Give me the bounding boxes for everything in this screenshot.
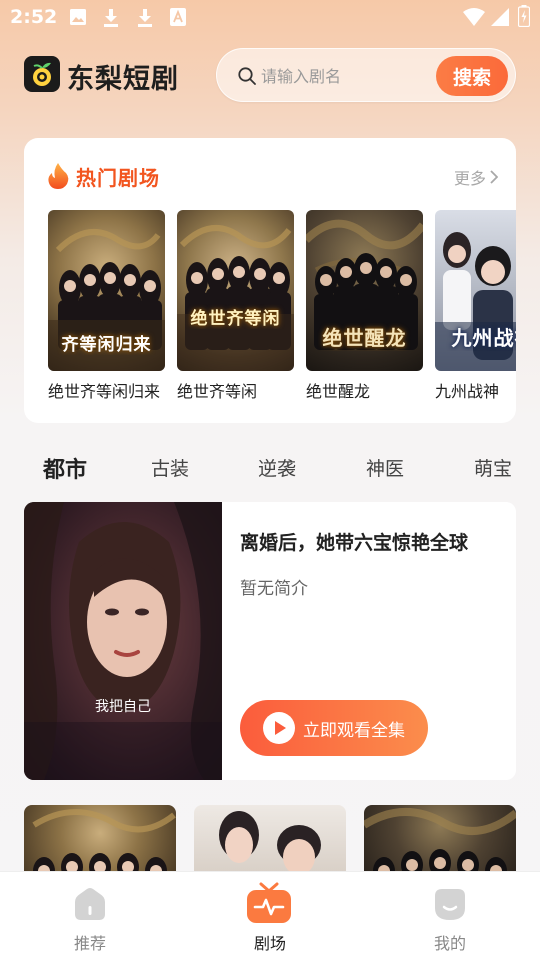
download-icon (138, 9, 152, 27)
poster-caption: 齐等闲归来 (61, 335, 152, 355)
home-icon (75, 888, 105, 920)
app-logo (24, 56, 60, 92)
poster-item[interactable]: 绝世齐等闲 绝世齐等闲 (177, 210, 295, 402)
featured-image-caption: 我把自己 (95, 699, 151, 715)
signal-icon (491, 8, 509, 26)
poster-item[interactable]: 绝世醒龙 绝世醒龙 (306, 210, 424, 402)
watch-all-button[interactable]: 立即观看全集 (240, 700, 428, 756)
poster-caption: 绝世齐等闲 (190, 309, 281, 329)
nav-item-recommend[interactable]: 推荐 (0, 872, 180, 960)
poster-image: 齐等闲归来 (48, 210, 165, 371)
hot-theater-card: 热门剧场 更多 齐等闲归来 绝世齐等闲归来 绝世齐等闲 绝世齐等闲 绝世醒龙 绝… (24, 138, 516, 423)
font-icon (170, 8, 186, 26)
category-tab-guzhuang[interactable]: 古装 (151, 454, 189, 481)
drama-grid-item[interactable] (364, 805, 516, 875)
poster-row: 齐等闲归来 绝世齐等闲归来 绝世齐等闲 绝世齐等闲 绝世醒龙 绝世醒龙 九州战 … (48, 210, 516, 410)
nav-item-mine[interactable]: 我的 (360, 872, 540, 960)
image-icon (70, 9, 86, 25)
nav-label: 剧场 (253, 934, 286, 953)
poster-image: 绝世齐等闲 (177, 210, 294, 371)
poster-item[interactable]: 齐等闲归来 绝世齐等闲归来 (48, 210, 166, 402)
more-label: 更多 (453, 169, 486, 188)
category-tab-dushi[interactable]: 都市 (43, 452, 87, 484)
search-input[interactable] (261, 63, 431, 89)
chevron-right-icon (490, 170, 498, 184)
nav-label: 推荐 (73, 934, 106, 953)
poster-caption: 九州战神 (451, 326, 517, 350)
search-icon (238, 67, 256, 85)
category-tab-shenyi[interactable]: 神医 (366, 454, 404, 481)
category-tab-mengbao[interactable]: 萌宝 (474, 454, 512, 481)
profile-icon (435, 889, 465, 920)
poster-title: 绝世齐等闲归来 (48, 382, 161, 401)
drama-grid-item[interactable] (24, 805, 176, 875)
featured-image: 我把自己 (24, 502, 222, 780)
theater-icon (247, 882, 291, 923)
nav-label: 我的 (433, 934, 466, 953)
status-bar: 2:52 (0, 0, 540, 36)
wifi-icon (463, 8, 485, 26)
poster-title: 九州战神 (435, 382, 500, 401)
watch-all-label: 立即观看全集 (303, 721, 405, 740)
search-box[interactable]: 搜索 (216, 48, 516, 102)
poster-title: 绝世齐等闲 (177, 382, 258, 401)
pear-logo-icon (33, 62, 51, 86)
bottom-nav: 推荐 剧场 我的 (0, 871, 540, 960)
category-tab-nixi[interactable]: 逆袭 (258, 454, 296, 481)
hot-section-title: 热门剧场 (76, 166, 160, 190)
poster-caption: 绝世醒龙 (322, 326, 407, 350)
flame-icon (48, 163, 69, 189)
battery-icon (518, 5, 530, 27)
featured-drama-card[interactable]: 我把自己 离婚后，她带六宝惊艳全球 暂无简介 立即观看全集 (24, 502, 516, 780)
app-title: 东梨短剧 (67, 64, 179, 95)
drama-grid-item[interactable] (194, 805, 346, 875)
status-time: 2:52 (10, 6, 58, 28)
more-link[interactable]: 更多 (454, 165, 498, 189)
poster-image: 九州战神 (435, 210, 516, 371)
featured-description: 暂无简介 (240, 579, 308, 599)
search-button[interactable]: 搜索 (436, 56, 508, 96)
featured-title: 离婚后，她带六宝惊艳全球 (240, 532, 469, 554)
download-icon (104, 9, 118, 27)
poster-image: 绝世醒龙 (306, 210, 423, 371)
poster-item[interactable]: 九州战神 九州战神 (435, 210, 516, 402)
nav-item-theater[interactable]: 剧场 (180, 872, 360, 960)
play-icon (263, 712, 295, 744)
poster-title: 绝世醒龙 (306, 382, 371, 401)
